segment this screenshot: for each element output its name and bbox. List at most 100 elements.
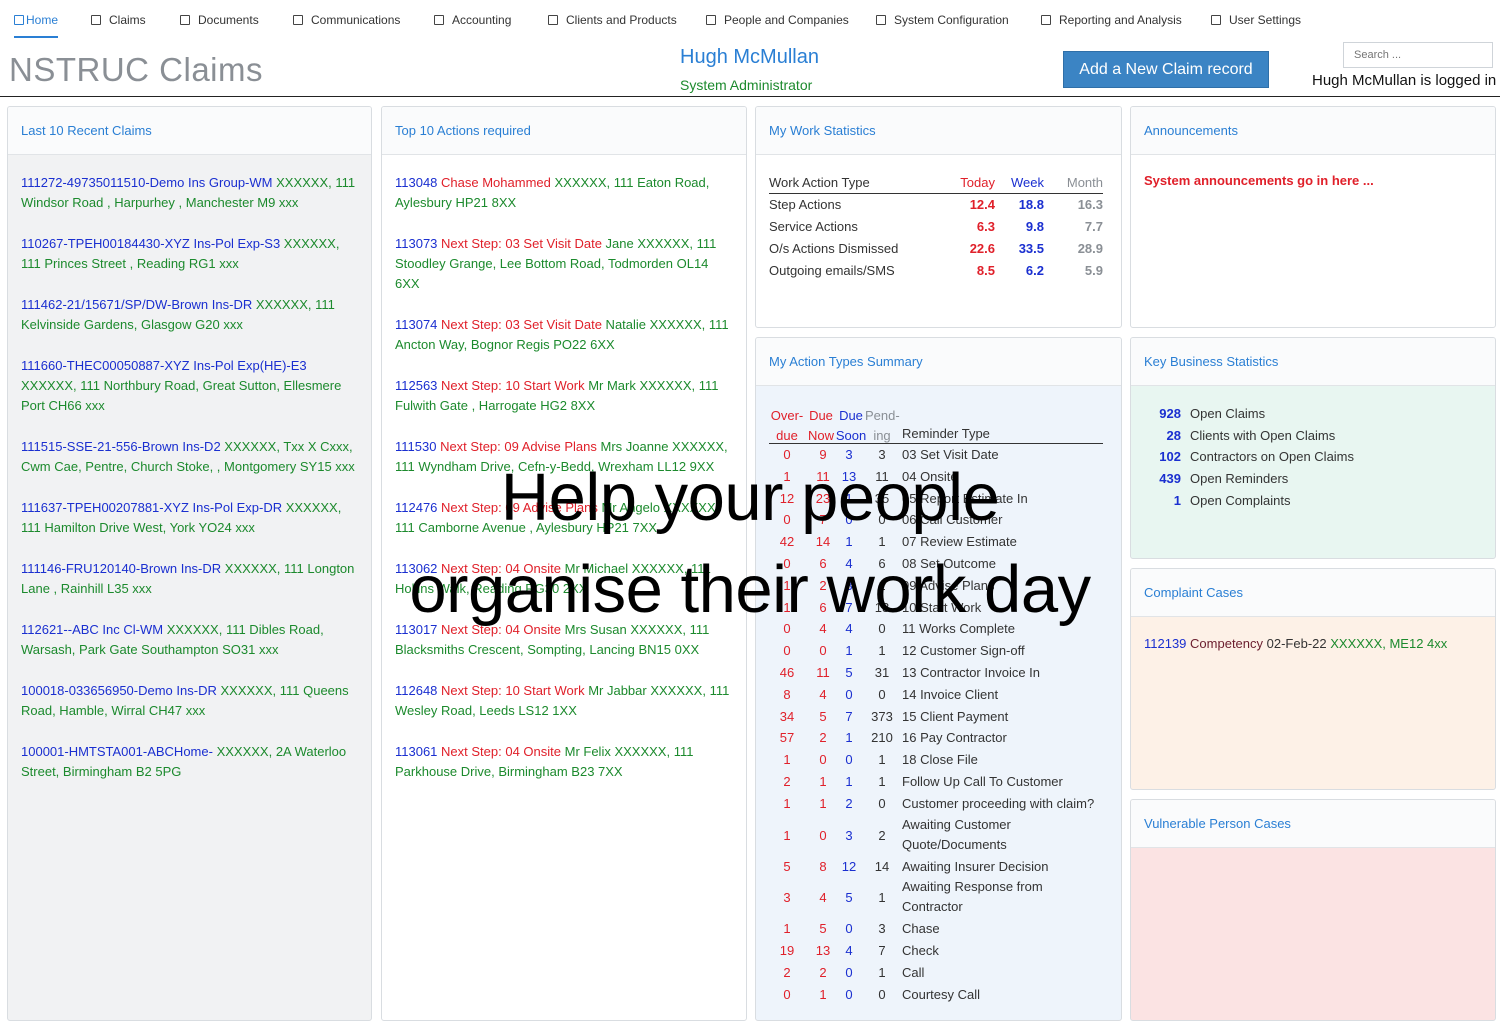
add-claim-button[interactable]: Add a New Claim record <box>1063 51 1269 88</box>
key-stat-row[interactable]: 28 Clients with Open Claims <box>1144 425 1444 447</box>
nav-item-people[interactable]: People and Companies <box>706 0 849 40</box>
complaint-item[interactable]: 112139 Competency 02-Feb-22 XXXXXX, ME12… <box>1144 636 1482 651</box>
nav-item-communications[interactable]: Communications <box>293 0 400 40</box>
claim-reference[interactable]: 100001-HMTSTA001-ABCHome- <box>21 744 213 759</box>
recent-claim-item[interactable]: 111272-49735011510-Demo Ins Group-WM XXX… <box>21 173 358 213</box>
claim-name: XXXXXX, 111 <box>216 683 300 698</box>
action-item[interactable]: 112476 Next Step: 09 Advise Plans Mr Ang… <box>395 498 733 538</box>
recent-claim-item[interactable]: 111146-FRU120140-Brown Ins-DR XXXXXX, 11… <box>21 559 358 599</box>
key-stat-row[interactable]: 439 Open Reminders <box>1144 468 1444 490</box>
action-summary-row[interactable]: 0 0 1 1 12 Customer Sign-off <box>769 640 1103 662</box>
action-summary-row[interactable]: 57 2 1 210 16 Pay Contractor <box>769 727 1103 749</box>
action-summary-row[interactable]: 1 2 3 1 09 Advise Plans <box>769 575 1103 597</box>
action-claim-id[interactable]: 113074 <box>395 317 437 332</box>
action-claim-id[interactable]: 112648 <box>395 683 437 698</box>
action-claim-id[interactable]: 112476 <box>395 500 437 515</box>
due-soon-count: 0 <box>845 686 853 702</box>
nav-item-gear[interactable]: System Configuration <box>876 0 1009 40</box>
action-item[interactable]: 111530 Next Step: 09 Advise Plans Mrs Jo… <box>395 437 733 477</box>
nav-item-claims[interactable]: Claims <box>91 0 146 40</box>
claim-reference[interactable]: 110267-TPEH00184430-XYZ Ins-Pol Exp-S3 <box>21 236 280 251</box>
claim-reference[interactable]: 111146-FRU120140-Brown Ins-DR <box>21 561 221 576</box>
action-summary-row[interactable]: 42 14 1 1 07 Review Estimate <box>769 531 1103 553</box>
action-step: Next Step: 03 Set Visit Date <box>437 317 602 332</box>
announcement-text: System announcements go in here ... <box>1144 173 1374 188</box>
recent-claim-item[interactable]: 100001-HMTSTA001-ABCHome- XXXXXX, 2A Wat… <box>21 742 358 782</box>
recent-claim-item[interactable]: 111515-SSE-21-556-Brown Ins-D2 XXXXXX, T… <box>21 437 358 477</box>
claim-reference[interactable]: 111660-THEC00050887-XYZ Ins-Pol Exp(HE)-… <box>21 358 307 373</box>
action-summary-row[interactable]: 2 1 1 1 Follow Up Call To Customer <box>769 771 1103 793</box>
action-item[interactable]: 113074 Next Step: 03 Set Visit Date Nata… <box>395 315 733 355</box>
action-summary-row[interactable]: 2 2 0 1 Call <box>769 962 1103 984</box>
top-navigation: Home Claims Documents Communications Account… <box>0 0 1500 40</box>
pending-count: 3 <box>878 447 886 462</box>
action-item[interactable]: 112563 Next Step: 10 Start Work Mr Mark … <box>395 376 733 416</box>
action-summary-row[interactable]: 46 11 5 31 13 Contractor Invoice In <box>769 662 1103 684</box>
nav-item-chart[interactable]: Reporting and Analysis <box>1041 0 1182 40</box>
recent-claim-item[interactable]: 111462-21/15671/SP/DW-Brown Ins-DR XXXXX… <box>21 295 358 335</box>
action-summary-row[interactable]: 12 23 1 35 05 Report Estimate In <box>769 488 1103 510</box>
search-input[interactable] <box>1343 42 1493 68</box>
action-claim-id[interactable]: 111530 <box>395 439 436 454</box>
action-claim-id[interactable]: 112563 <box>395 378 437 393</box>
week-header: Week <box>1011 175 1044 190</box>
action-summary-row[interactable]: 0 6 4 6 08 Set Outcome <box>769 553 1103 575</box>
nav-item-bank[interactable]: Clients and Products <box>548 0 677 40</box>
action-summary-row[interactable]: 1 0 0 1 18 Close File <box>769 749 1103 771</box>
nav-item-user-settings[interactable]: User Settings <box>1211 0 1301 40</box>
recent-claim-item[interactable]: 110267-TPEH00184430-XYZ Ins-Pol Exp-S3 X… <box>21 234 358 274</box>
key-stat-label: Open Reminders <box>1190 471 1289 487</box>
action-summary-row[interactable]: 19 13 4 7 Check <box>769 940 1103 962</box>
overdue-count: 0 <box>783 643 791 659</box>
claim-reference[interactable]: 111515-SSE-21-556-Brown Ins-D2 <box>21 439 221 454</box>
key-stat-row[interactable]: 102 Contractors on Open Claims <box>1144 446 1444 468</box>
action-step: Next Step: 04 Onsite <box>437 561 561 576</box>
claim-reference[interactable]: 111637-TPEH00207881-XYZ Ins-Pol Exp-DR <box>21 500 282 515</box>
action-claim-id[interactable]: 113061 <box>395 744 437 759</box>
action-summary-row[interactable]: 8 4 0 0 14 Invoice Client <box>769 684 1103 706</box>
action-item[interactable]: 113062 Next Step: 04 Onsite Mr Michael X… <box>395 559 733 599</box>
recent-claim-item[interactable]: 111660-THEC00050887-XYZ Ins-Pol Exp(HE)-… <box>21 356 358 416</box>
vulnerable-cases-list <box>1131 848 1495 1020</box>
action-summary-row[interactable]: 0 7 0 0 06 Call Customer <box>769 509 1103 531</box>
action-item[interactable]: 113048 Chase Mohammed XXXXXX, 111 Eaton … <box>395 173 733 213</box>
nav-item-home[interactable]: Home <box>14 0 59 40</box>
action-summary-row[interactable]: 3 4 5 1 Awaiting Response from Contractor <box>769 877 1103 918</box>
action-summary-row[interactable]: 0 9 3 3 03 Set Visit Date <box>769 444 1103 466</box>
nav-item-accounting[interactable]: Accounting <box>434 0 511 40</box>
action-item[interactable]: 113017 Next Step: 04 Onsite Mrs Susan XX… <box>395 620 733 660</box>
action-item[interactable]: 113061 Next Step: 04 Onsite Mr Felix XXX… <box>395 742 733 782</box>
action-summary-row[interactable]: 0 1 0 0 Courtesy Call <box>769 984 1103 1006</box>
overdue-count: 8 <box>783 686 791 702</box>
action-claim-id[interactable]: 113062 <box>395 561 437 576</box>
recent-claim-item[interactable]: 100018-033656950-Demo Ins-DR XXXXXX, 111… <box>21 681 358 721</box>
complaint-claim-id[interactable]: 112139 <box>1144 636 1186 651</box>
action-summary-row[interactable]: 34 5 7 373 15 Client Payment <box>769 706 1103 728</box>
overdue-count: 2 <box>783 964 791 980</box>
nav-item-documents[interactable]: Documents <box>180 0 259 40</box>
overdue-count: 1 <box>783 577 791 593</box>
reminder-type: 11 Works Complete <box>902 621 1015 637</box>
action-item[interactable]: 113073 Next Step: 03 Set Visit Date Jane… <box>395 234 733 294</box>
claim-reference[interactable]: 111462-21/15671/SP/DW-Brown Ins-DR <box>21 297 252 312</box>
claim-reference[interactable]: 112621--ABC Inc Cl-WM <box>21 622 163 637</box>
recent-claim-item[interactable]: 111637-TPEH00207881-XYZ Ins-Pol Exp-DR X… <box>21 498 358 538</box>
action-item[interactable]: 112648 Next Step: 10 Start Work Mr Jabba… <box>395 681 733 721</box>
action-summary-row[interactable]: 1 11 13 11 04 Onsite <box>769 466 1103 488</box>
action-summary-row[interactable]: 1 6 7 13 10 Start Work <box>769 597 1103 619</box>
recent-claim-item[interactable]: 112621--ABC Inc Cl-WM XXXXXX, 111 Dibles… <box>21 620 358 660</box>
pending-header: Pend-ing <box>865 408 900 443</box>
claim-reference[interactable]: 111272-49735011510-Demo Ins Group-WM <box>21 175 272 190</box>
action-summary-row[interactable]: 1 1 2 0 Customer proceeding with claim? <box>769 793 1103 815</box>
action-summary-row[interactable]: 5 8 12 14 Awaiting Insurer Decision <box>769 856 1103 878</box>
action-summary-row[interactable]: 1 5 0 3 Chase <box>769 918 1103 940</box>
action-claim-id[interactable]: 113017 <box>395 622 437 637</box>
claim-reference[interactable]: 100018-033656950-Demo Ins-DR <box>21 683 217 698</box>
action-claim-id[interactable]: 113048 <box>395 175 437 190</box>
action-summary-row[interactable]: 1 0 3 2 Awaiting Customer Quote/Documents <box>769 815 1103 856</box>
key-stat-row[interactable]: 1 Open Complaints <box>1144 490 1444 512</box>
key-stat-row[interactable]: 928 Open Claims <box>1144 403 1444 425</box>
action-summary-row[interactable]: 0 4 4 0 11 Works Complete <box>769 618 1103 640</box>
user-settings-icon <box>1211 15 1221 25</box>
action-claim-id[interactable]: 113073 <box>395 236 437 251</box>
